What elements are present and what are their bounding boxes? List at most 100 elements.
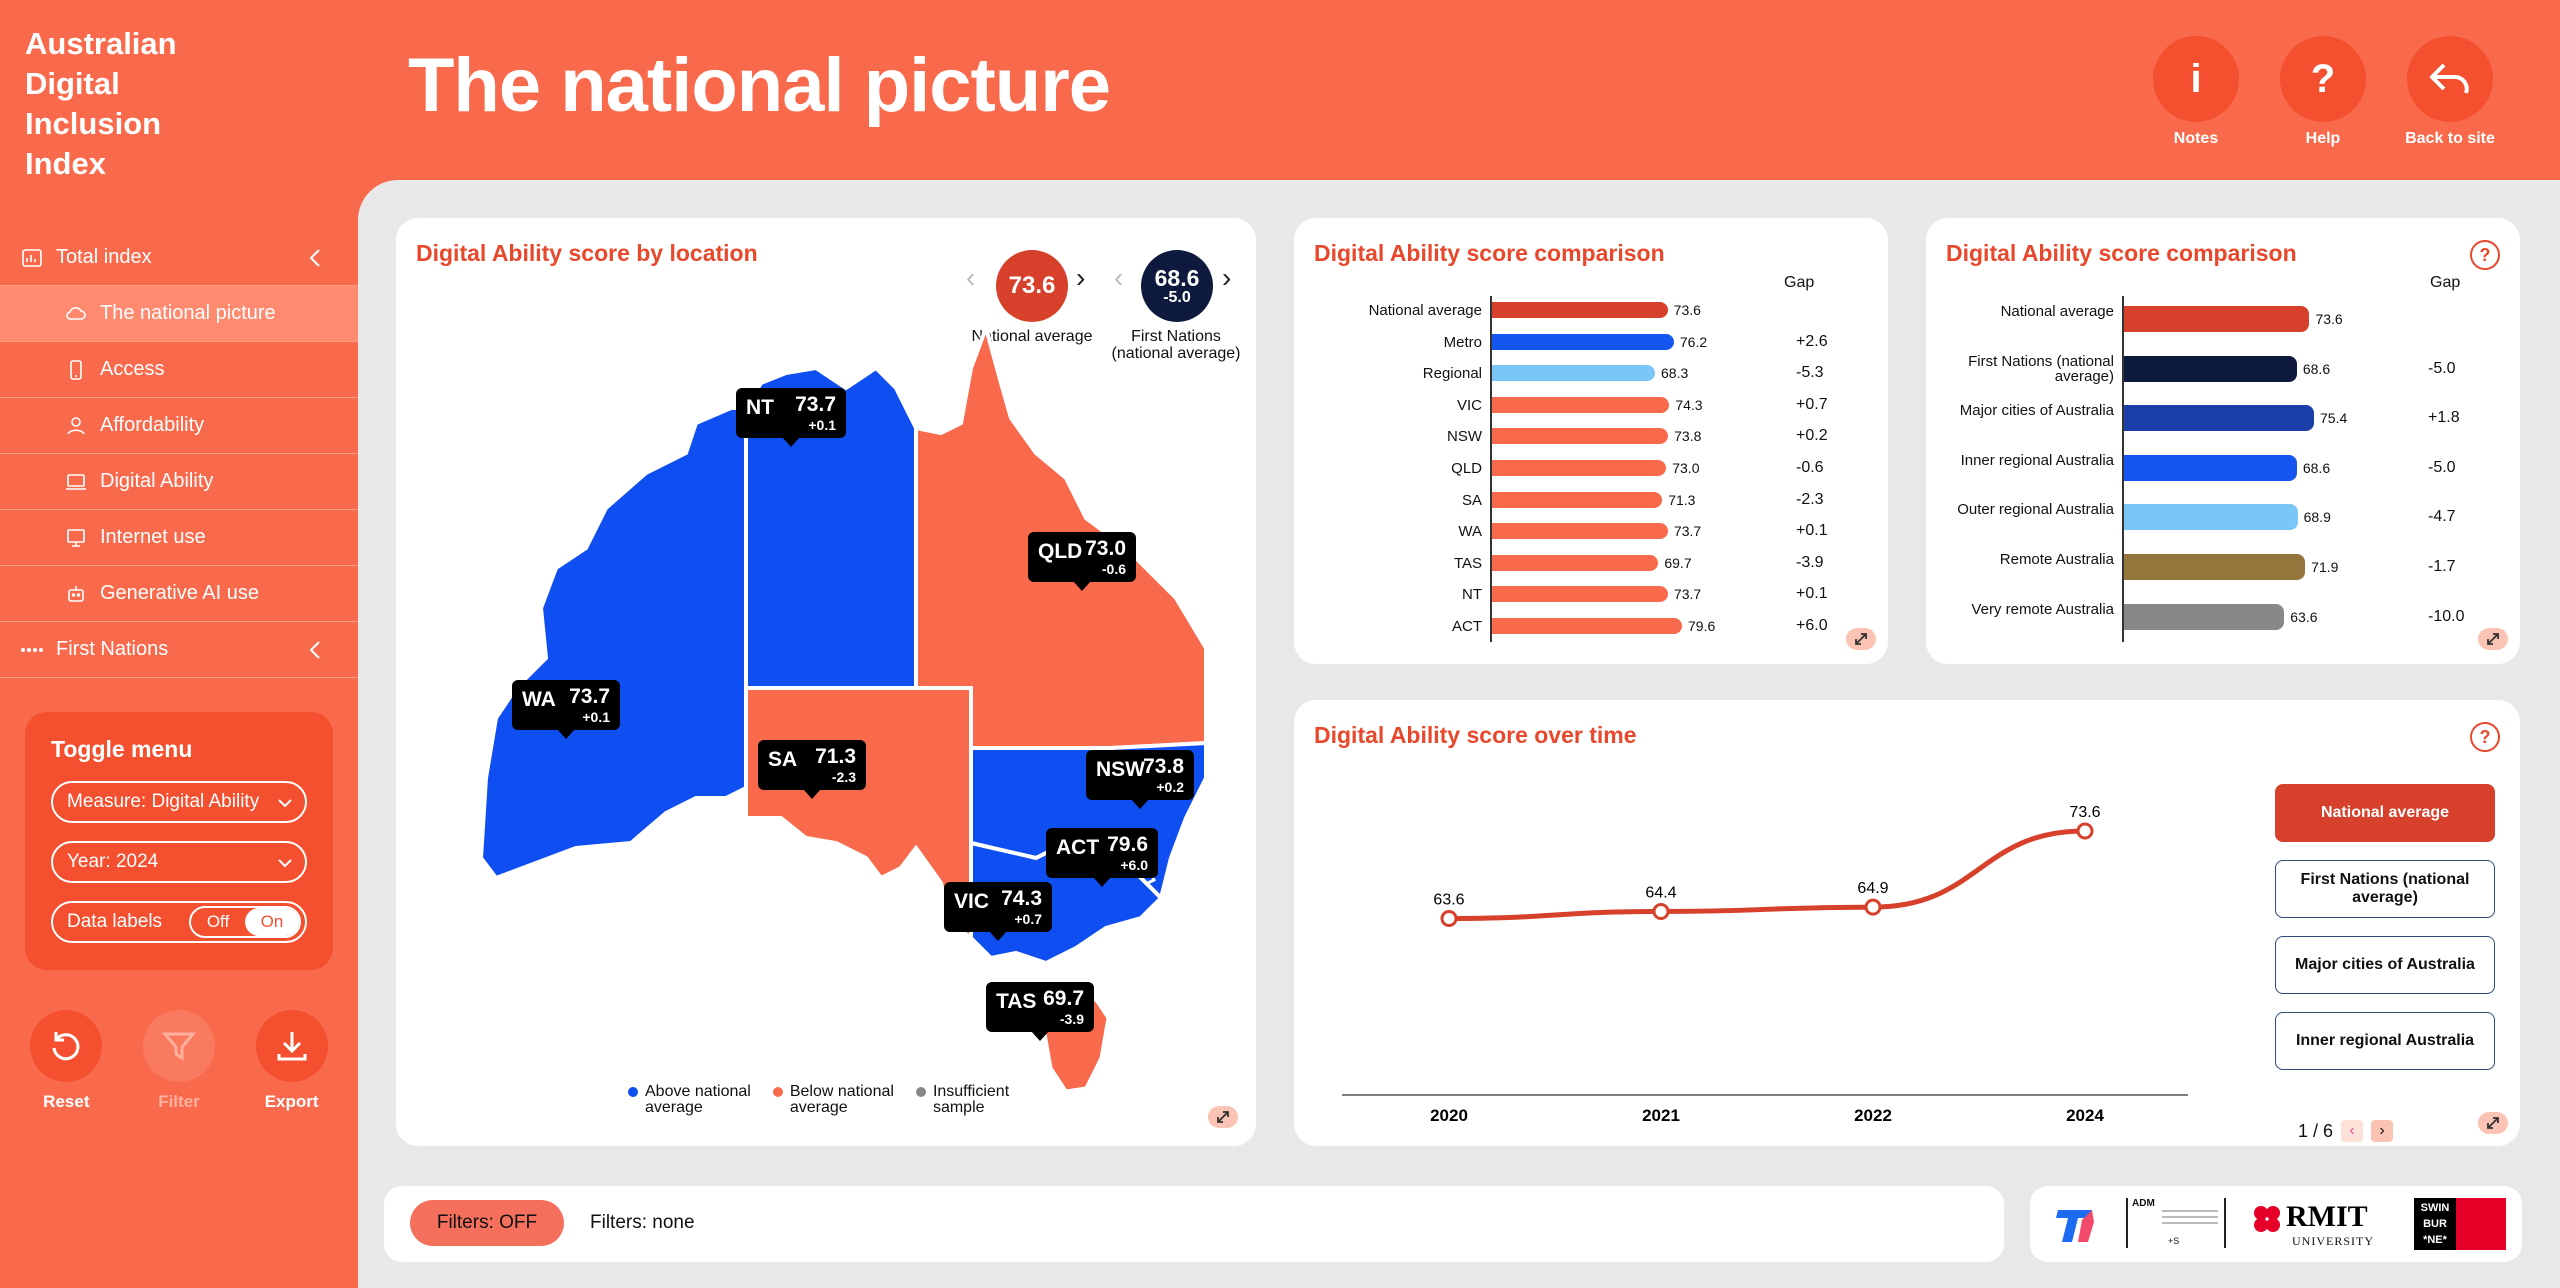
state-gap: +0.1 bbox=[582, 709, 610, 725]
series-button-major-cities[interactable]: Major cities of Australia bbox=[2275, 936, 2495, 994]
data-labels-toggle[interactable]: Off On bbox=[189, 906, 301, 938]
expand-button[interactable] bbox=[2478, 1112, 2508, 1134]
header: The national picture i Notes ? Help Back… bbox=[358, 0, 2560, 180]
help-button[interactable]: ? Help bbox=[2268, 36, 2378, 148]
bar-gap-value: +2.6 bbox=[1796, 332, 1828, 350]
expand-button[interactable] bbox=[1208, 1106, 1238, 1128]
back-to-site-button[interactable]: Back to site bbox=[2395, 36, 2505, 148]
reset-button[interactable]: Reset bbox=[21, 1010, 111, 1112]
state-gap: -2.3 bbox=[831, 769, 856, 785]
bar[interactable] bbox=[2124, 405, 2314, 432]
data-point[interactable] bbox=[2076, 822, 2094, 840]
bar-value-label: 68.6 bbox=[2302, 360, 2331, 377]
bar[interactable] bbox=[2124, 554, 2306, 580]
state-label-nsw[interactable]: NSW 73.8 +0.2 bbox=[1086, 750, 1194, 809]
bar-category-label: SA bbox=[1461, 491, 1482, 509]
state-label-nt[interactable]: NT 73.7 +0.1 bbox=[736, 388, 846, 447]
page-title: The national picture bbox=[408, 43, 1111, 128]
state-label-sa[interactable]: SA 71.3 -2.3 bbox=[758, 740, 866, 799]
sidebar-item-affordability[interactable]: Affordability bbox=[0, 398, 358, 454]
bar[interactable] bbox=[1492, 302, 1668, 318]
legend-item-below: Below national average bbox=[772, 1084, 894, 1116]
bar-category-label: Major cities of Australia bbox=[1959, 402, 2114, 420]
chevron-left-icon[interactable] bbox=[304, 246, 328, 270]
filter-button[interactable]: Filter bbox=[134, 1010, 224, 1112]
help-icon[interactable]: ? bbox=[2470, 722, 2500, 752]
expand-button[interactable] bbox=[1846, 628, 1876, 650]
help-icon[interactable]: ? bbox=[2470, 240, 2500, 270]
series-button-first-nations[interactable]: First Nations (national average) bbox=[2275, 860, 2495, 918]
bar[interactable] bbox=[1492, 333, 1674, 350]
sidebar-item-internet-use[interactable]: Internet use bbox=[0, 510, 358, 566]
bar[interactable] bbox=[2124, 603, 2285, 630]
map-legend: Above national average Below national av… bbox=[628, 1084, 1009, 1116]
series-button-inner-regional[interactable]: Inner regional Australia bbox=[2275, 1012, 2495, 1070]
expand-button[interactable] bbox=[2478, 628, 2508, 650]
series-button-national-average[interactable]: National average bbox=[2275, 784, 2495, 842]
sidebar-item-access[interactable]: Access bbox=[0, 342, 358, 398]
bar[interactable] bbox=[1492, 428, 1669, 445]
bar[interactable] bbox=[1492, 554, 1659, 571]
export-button[interactable]: Export bbox=[247, 1010, 337, 1112]
brand-line: Australian bbox=[25, 26, 177, 61]
bar-category-label: QLD bbox=[1451, 460, 1482, 477]
bar[interactable] bbox=[1492, 618, 1682, 634]
adm-logo-plus: +S bbox=[2168, 1236, 2180, 1246]
state-value: 71.3 bbox=[815, 745, 856, 768]
year-select[interactable]: Year: 2024 bbox=[51, 841, 307, 883]
sidebar-item-digital-ability[interactable]: Digital Ability bbox=[0, 454, 358, 510]
bar[interactable] bbox=[1492, 365, 1656, 382]
brand-title[interactable]: Australian Digital Inclusion Index bbox=[25, 24, 325, 184]
bar[interactable] bbox=[1492, 460, 1667, 476]
bar[interactable] bbox=[2124, 454, 2297, 481]
state-label-wa[interactable]: WA 73.7 +0.1 bbox=[512, 680, 620, 739]
bar[interactable] bbox=[1492, 396, 1670, 413]
state-label-tas[interactable]: TAS 69.7 -3.9 bbox=[986, 982, 1094, 1041]
bar[interactable] bbox=[1492, 491, 1663, 508]
bar[interactable] bbox=[1492, 523, 1668, 540]
state-label-act[interactable]: ACT 79.6 +6.0 bbox=[1046, 828, 1158, 887]
sidebar-item-label: First Nations bbox=[56, 638, 169, 660]
question-icon: ? bbox=[2280, 36, 2366, 122]
legend-label: Above national average bbox=[645, 1084, 751, 1116]
bar[interactable] bbox=[1492, 586, 1668, 603]
bar[interactable] bbox=[2124, 504, 2298, 531]
bar-gap-value: +0.1 bbox=[1796, 585, 1828, 603]
reset-icon bbox=[30, 1010, 103, 1082]
wallet-icon bbox=[64, 414, 88, 438]
bar-value-label: 74.3 bbox=[1675, 396, 1703, 413]
state-label-vic[interactable]: VIC 74.3 +0.7 bbox=[944, 882, 1052, 941]
bar-value-label: 63.6 bbox=[2290, 608, 2318, 625]
state-gap: -3.9 bbox=[1059, 1011, 1084, 1027]
bar-category-label: Inner regional Australia bbox=[1960, 451, 2114, 469]
bar[interactable] bbox=[2124, 355, 2297, 382]
measure-select[interactable]: Measure: Digital Ability bbox=[51, 781, 307, 823]
bar-value-label: 76.2 bbox=[1679, 333, 1708, 350]
filters-bar: Filters: OFF Filters: none bbox=[384, 1186, 2004, 1262]
bar-value-label: 75.4 bbox=[2320, 410, 2348, 427]
bar[interactable] bbox=[2124, 306, 2310, 332]
chevron-left-icon[interactable] bbox=[304, 638, 328, 662]
state-wa[interactable] bbox=[478, 406, 748, 881]
sidebar-item-generative-ai[interactable]: Generative AI use bbox=[0, 566, 358, 622]
filter-label: Filter bbox=[158, 1092, 200, 1111]
sidebar-item-first-nations[interactable]: First Nations bbox=[0, 622, 358, 678]
bar-gap-value: +0.7 bbox=[1796, 395, 1828, 413]
bar-value-label: 73.8 bbox=[1674, 428, 1702, 445]
state-label-qld[interactable]: QLD 73.0 -0.6 bbox=[1028, 532, 1136, 591]
legend-label-line: average bbox=[645, 1099, 703, 1116]
bar-category-label: Remote Australia bbox=[1999, 551, 2114, 568]
state-sa[interactable] bbox=[744, 686, 973, 942]
filters-toggle-button[interactable]: Filters: OFF bbox=[410, 1200, 564, 1246]
sidebar-item-national-picture[interactable]: The national picture bbox=[0, 286, 358, 342]
pager-prev-button[interactable]: ‹ bbox=[2341, 1120, 2364, 1142]
help-label: Help bbox=[2305, 130, 2341, 147]
data-point[interactable] bbox=[1440, 910, 1458, 927]
sidebar-item-total-index[interactable]: Total index bbox=[0, 230, 358, 286]
notes-button[interactable]: i Notes bbox=[2141, 36, 2251, 148]
pager-next-button[interactable]: › bbox=[2371, 1120, 2394, 1142]
sidebar-nav: Total index The national picture Access … bbox=[0, 230, 358, 678]
data-point[interactable] bbox=[1864, 898, 1882, 916]
data-point[interactable] bbox=[1652, 903, 1670, 920]
partner-logos: ADM +S RMIT UNIVERSITY SWIN BUR *NE* bbox=[2030, 1186, 2522, 1262]
